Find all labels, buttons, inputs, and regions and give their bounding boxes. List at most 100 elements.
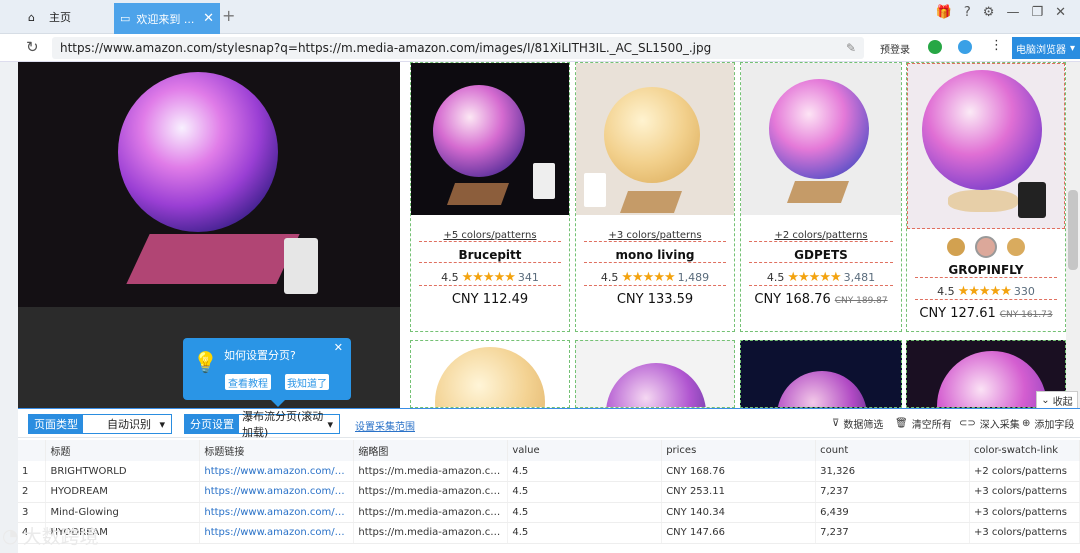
- close-icon[interactable]: ✕: [334, 341, 343, 354]
- cell-title[interactable]: BRIGHTWORLD: [45, 461, 201, 482]
- product-card[interactable]: [410, 340, 570, 408]
- set-range-link[interactable]: 设置采集范围: [355, 418, 415, 433]
- got-it-button[interactable]: 我知道了: [285, 374, 329, 390]
- product-card[interactable]: GROPINFLY 4.5 ★★★★★ 330 CNY 127.61 CNY 161.…: [906, 62, 1066, 332]
- column-header[interactable]: 标题: [45, 440, 201, 461]
- swatch[interactable]: [947, 238, 965, 256]
- product-card[interactable]: +2 colors/patterns GDPETS 4.5 ★★★★★ 3,481 …: [740, 62, 902, 332]
- product-card[interactable]: [575, 340, 735, 408]
- clear-label: 清空所有: [911, 420, 952, 431]
- plus-circle-icon: ⊕: [1022, 418, 1031, 429]
- column-header[interactable]: 标题链接: [199, 440, 355, 461]
- remote-control: [284, 238, 318, 294]
- table-row: 1 BRIGHTWORLD https://www.amazon.com/dp/…: [18, 461, 1080, 482]
- browser-mode-button[interactable]: 电脑浏览器 ▾: [1012, 37, 1080, 59]
- gift-icon[interactable]: 🎁: [936, 5, 952, 20]
- filter-icon: ⊽: [832, 418, 840, 429]
- product-name[interactable]: mono living: [584, 248, 726, 263]
- cell-count[interactable]: 7,237: [815, 522, 970, 544]
- cell-thumbnail[interactable]: https://m.media-amazon.com/ima...: [353, 522, 509, 544]
- cell-title[interactable]: Mind-Glowing: [45, 502, 201, 523]
- product-thumbnail: [435, 347, 545, 407]
- price-row: CNY 127.61 CNY 161.73: [919, 306, 1053, 321]
- cell-price[interactable]: CNY 253.11: [661, 481, 817, 503]
- lightbulb-icon: 💡: [193, 350, 218, 374]
- cell-thumbnail[interactable]: https://m.media-amazon.com/ima...: [353, 502, 509, 523]
- cell-swatch[interactable]: +3 colors/patterns: [969, 502, 1080, 523]
- collapse-button[interactable]: ⌄ 收起: [1036, 391, 1078, 409]
- swatch[interactable]: [975, 236, 997, 258]
- cell-link[interactable]: https://www.amazon.com/dp/B08...: [199, 502, 355, 523]
- active-tab[interactable]: ▭ 欢迎来到 ... ✕: [114, 3, 220, 34]
- cell-price[interactable]: CNY 168.76: [661, 461, 817, 482]
- more-icon[interactable]: ⋮: [990, 38, 1003, 53]
- edit-icon[interactable]: ✎: [846, 41, 856, 55]
- help-icon[interactable]: ?: [964, 5, 971, 20]
- cell-link[interactable]: https://www.amazon.com/dp/B07...: [199, 522, 355, 544]
- column-header[interactable]: prices: [661, 440, 817, 461]
- paging-tooltip: 💡 如何设置分页? ✕ 查看教程 我知道了: [183, 338, 351, 407]
- column-header[interactable]: count: [815, 440, 970, 461]
- settings-icon[interactable]: ⚙: [983, 5, 995, 20]
- price-row: CNY 112.49: [451, 292, 529, 307]
- cell-link[interactable]: https://www.amazon.com/dp/B08...: [199, 481, 355, 503]
- product-thumbnail: [907, 63, 1065, 229]
- table-header-row: 标题 标题链接 缩略图 value prices count color-swa…: [18, 440, 1080, 461]
- product-name[interactable]: GROPINFLY: [915, 263, 1057, 278]
- scrollbar-thumb[interactable]: [1068, 190, 1078, 270]
- product-card[interactable]: +5 colors/patterns Brucepitt 4.5 ★★★★★ 341…: [410, 62, 570, 332]
- cell-value[interactable]: 4.5: [507, 461, 663, 482]
- url-field[interactable]: https://www.amazon.com/stylesnap?q=https…: [52, 37, 864, 59]
- home-tab[interactable]: ⌂ 主页: [18, 0, 112, 34]
- filter-button[interactable]: ⊽ 数据筛选: [832, 416, 883, 431]
- deep-collect-button[interactable]: ⊂⊃ 深入采集: [959, 416, 1020, 431]
- restore-icon[interactable]: ❐: [1031, 5, 1043, 20]
- cell-count[interactable]: 31,326: [815, 461, 970, 482]
- product-card[interactable]: +3 colors/patterns mono living 4.5 ★★★★★ 1…: [575, 62, 735, 332]
- colors-link[interactable]: +5 colors/patterns: [419, 227, 561, 242]
- active-tab-label: 欢迎来到 ...: [136, 12, 195, 26]
- caret-down-icon: ▾: [327, 417, 333, 431]
- refresh-icon[interactable]: ↻: [26, 38, 39, 56]
- cell-swatch[interactable]: +3 colors/patterns: [969, 481, 1080, 503]
- product-name[interactable]: Brucepitt: [419, 248, 561, 263]
- product-card[interactable]: [740, 340, 902, 408]
- cell-thumbnail[interactable]: https://m.media-amazon.com/ima...: [353, 461, 509, 482]
- cell-title[interactable]: HYODREAM: [45, 481, 201, 503]
- add-field-button[interactable]: ⊕ 添加字段: [1022, 416, 1074, 431]
- cell-thumbnail[interactable]: https://m.media-amazon.com/ima...: [353, 481, 509, 503]
- tutorial-button[interactable]: 查看教程: [225, 374, 271, 390]
- extension-blue-icon[interactable]: [958, 40, 972, 54]
- product-thumbnail: [777, 371, 867, 407]
- cell-value[interactable]: 4.5: [507, 481, 663, 503]
- swatch[interactable]: [1007, 238, 1025, 256]
- new-tab-button[interactable]: +: [222, 6, 235, 25]
- close-icon[interactable]: ✕: [1055, 5, 1066, 20]
- colors-link[interactable]: +3 colors/patterns: [584, 227, 726, 242]
- page-type-select[interactable]: 页面类型 自动识别 ▾: [28, 414, 172, 434]
- column-header[interactable]: 缩略图: [353, 440, 509, 461]
- cell-swatch[interactable]: +2 colors/patterns: [969, 461, 1080, 482]
- product-name[interactable]: GDPETS: [749, 248, 893, 263]
- cell-price[interactable]: CNY 140.34: [661, 502, 817, 523]
- colors-link[interactable]: +2 colors/patterns: [749, 227, 893, 242]
- cell-count[interactable]: 7,237: [815, 481, 970, 503]
- column-header[interactable]: value: [507, 440, 663, 461]
- cell-value[interactable]: 4.5: [507, 502, 663, 523]
- paging-value: 瀑布流分页(滚动加载): [242, 410, 324, 439]
- extension-green-icon[interactable]: [928, 40, 942, 54]
- left-sidebar: [0, 62, 18, 553]
- close-tab-icon[interactable]: ✕: [203, 11, 214, 26]
- tooltip-title: 如何设置分页?: [224, 349, 296, 362]
- cell-price[interactable]: CNY 147.66: [661, 522, 817, 544]
- cell-link[interactable]: https://www.amazon.com/dp/B07...: [199, 461, 355, 482]
- clear-all-button[interactable]: 🗑 清空所有: [895, 416, 952, 431]
- cell-swatch[interactable]: +3 colors/patterns: [969, 522, 1080, 544]
- login-link[interactable]: 预登录: [880, 41, 910, 56]
- rating-row: 4.5 ★★★★★ 330: [915, 284, 1057, 300]
- cell-count[interactable]: 6,439: [815, 502, 970, 523]
- column-header[interactable]: color-swatch-link: [969, 440, 1080, 461]
- cell-value[interactable]: 4.5: [507, 522, 663, 544]
- paging-select[interactable]: 分页设置 瀑布流分页(滚动加载) ▾: [184, 410, 340, 439]
- minimize-icon[interactable]: —: [1006, 5, 1019, 20]
